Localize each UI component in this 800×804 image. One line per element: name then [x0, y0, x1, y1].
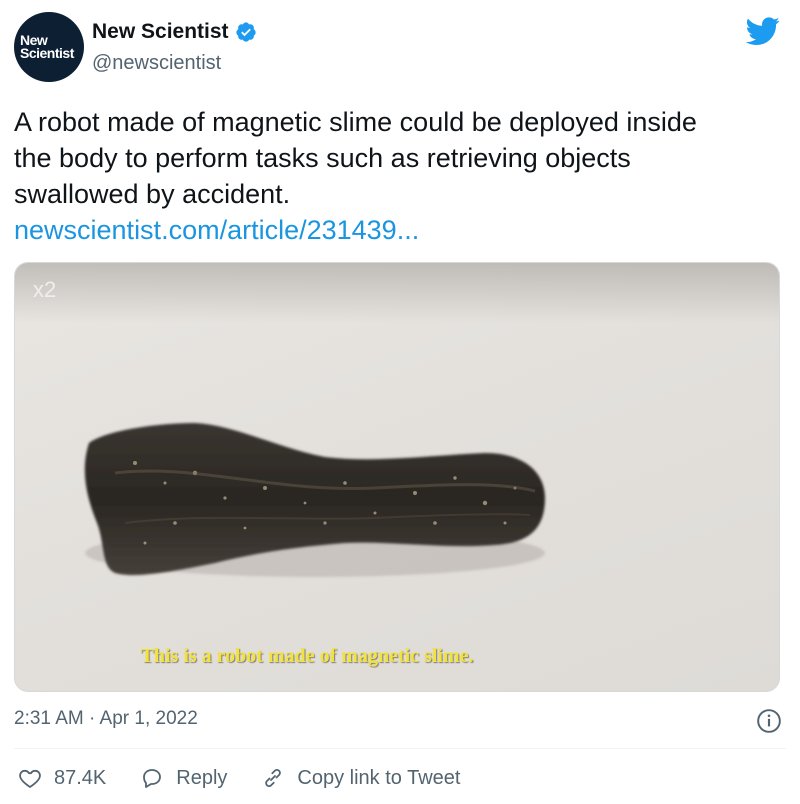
avatar[interactable]: New Scientist	[14, 12, 84, 82]
video-speed-label: x2	[33, 277, 57, 302]
reply-icon	[143, 769, 162, 788]
like-button[interactable]: 87.4K	[18, 766, 106, 790]
reply-button[interactable]: Reply	[140, 766, 227, 790]
link-icon	[265, 769, 282, 787]
like-count: 87.4K	[54, 766, 107, 789]
tweet-video[interactable]: x2 This is a robot made of magnetic slim…	[14, 262, 780, 692]
copy-link-label: Copy link to Tweet	[297, 766, 461, 789]
twitter-bird-icon[interactable]	[746, 14, 780, 48]
reply-label: Reply	[176, 766, 228, 789]
tweet-text-line: the body to perform tasks such as retrie…	[14, 143, 631, 173]
heart-icon	[19, 769, 41, 788]
author-name[interactable]: New Scientist	[92, 20, 229, 44]
author-name-row: New Scientist	[92, 20, 257, 44]
tweet-text-line: A robot made of magnetic slime could be …	[14, 107, 697, 137]
tweet-text-line: swallowed by accident.	[14, 179, 291, 209]
divider	[14, 748, 786, 749]
verified-badge-icon	[235, 22, 256, 42]
tweet-header: New Scientist New Scientist @newscientis…	[14, 12, 786, 84]
article-link[interactable]: newscientist.com/article/231439...	[14, 212, 786, 248]
avatar-text-line2: Scientist	[20, 45, 74, 61]
tweet-timestamp[interactable]: 2:31 AM · Apr 1, 2022	[14, 708, 198, 729]
video-top-shade	[15, 263, 779, 323]
timestamp-row: 2:31 AM · Apr 1, 2022	[14, 708, 786, 738]
magnetic-slime-robot-image	[84, 423, 546, 577]
author-handle[interactable]: @newscientist	[92, 52, 221, 75]
copy-link-button[interactable]: Copy link to Tweet	[261, 766, 460, 790]
tweet-actions: 87.4K Reply Copy link to Tweet	[18, 766, 494, 790]
tweet-text: A robot made of magnetic slime could be …	[14, 104, 786, 248]
video-caption: This is a robot made of magnetic slime.	[140, 645, 474, 667]
info-icon[interactable]	[756, 708, 782, 734]
